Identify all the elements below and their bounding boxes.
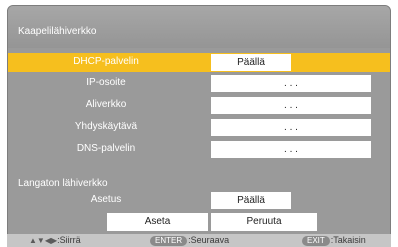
gateway-label: Yhdyskäytävä [74,121,138,132]
row-dhcp-server[interactable]: DHCP-palvelin Päällä [8,53,390,72]
set-button[interactable]: Aseta [107,213,208,231]
dns-server-label: DNS-palvelin [76,143,136,154]
key-hint-bar: ▲▼◀▶:Siirrä ENTER:Seuraava EXIT:Takaisin [7,234,391,247]
row-dns-server[interactable]: DNS-palvelin . . . [8,140,390,159]
subnet-label: Aliverkko [85,99,127,110]
enter-hint-label: :Seuraava [188,235,230,245]
dhcp-server-label: DHCP-palvelin [73,56,139,67]
wireless-setting-value[interactable]: Päällä [211,192,291,209]
exit-key-icon: EXIT [302,236,330,246]
dns-server-field[interactable]: . . . [211,141,371,158]
row-ip-address[interactable]: IP-osoite . . . [8,74,390,93]
cancel-button[interactable]: Peruuta [211,213,317,231]
exit-hint: EXIT:Takaisin [302,235,366,246]
enter-key-icon: ENTER [150,236,188,246]
gateway-field[interactable]: . . . [211,119,371,136]
row-gateway[interactable]: Yhdyskäytävä . . . [8,118,390,137]
row-subnet[interactable]: Aliverkko . . . [8,96,390,115]
exit-hint-label: :Takaisin [330,235,366,245]
move-hint-label: :Siirrä [57,235,81,245]
move-hint: ▲▼◀▶:Siirrä [29,235,81,245]
ip-address-field[interactable]: . . . [211,75,371,92]
ip-address-label: IP-osoite [86,77,126,88]
dhcp-server-value[interactable]: Päällä [211,54,291,71]
settings-panel: Kaapelilähiverkko DHCP-palvelin Päällä I… [7,5,391,235]
settings-screen: Kaapelilähiverkko DHCP-palvelin Päällä I… [0,0,398,247]
row-wireless-setting[interactable]: Asetus Päällä [8,191,390,210]
enter-hint: ENTER:Seuraava [150,235,229,246]
wireless-section-label: Langaton lähiverkko [18,178,108,189]
panel-title: Kaapelilähiverkko [8,6,390,48]
arrow-keys-icon: ▲▼◀▶ [29,236,58,245]
wireless-setting-label: Asetus [90,194,122,205]
subnet-field[interactable]: . . . [211,97,371,114]
